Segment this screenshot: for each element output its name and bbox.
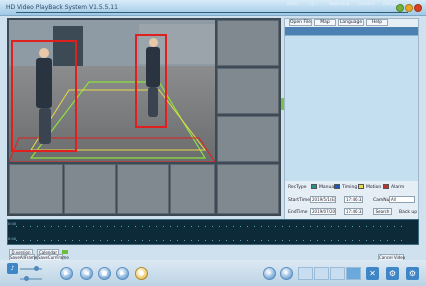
video-channel[interactable]: [217, 116, 279, 162]
column-header-name[interactable]: Name: [287, 1, 299, 7]
language-button[interactable]: Language: [338, 19, 364, 26]
file-list-header: [285, 27, 418, 35]
close-button[interactable]: [414, 4, 422, 12]
layout-4x4-icon[interactable]: [346, 267, 361, 280]
config-icon[interactable]: ⚙: [406, 267, 419, 280]
end-time-field[interactable]: 17:46:32: [344, 208, 363, 215]
forward-icon[interactable]: »: [280, 267, 293, 280]
video-channel[interactable]: [217, 20, 279, 66]
timeline[interactable]: [7, 219, 419, 245]
rec-type-label: RecType: [288, 185, 307, 190]
start-date-field[interactable]: 2019/5/1(E): [310, 196, 336, 203]
layout-3x3-icon[interactable]: [330, 267, 345, 280]
video-channel[interactable]: [117, 164, 169, 214]
manual-color-swatch[interactable]: [311, 184, 317, 189]
timeline-track: [16, 12, 408, 13]
volume-icon[interactable]: ♪: [7, 263, 18, 274]
alarm-color-swatch[interactable]: [383, 184, 389, 189]
column-header-channel[interactable]: Ch...: [309, 1, 318, 7]
fullscreen-icon[interactable]: ✕: [366, 267, 379, 280]
motion-color-swatch[interactable]: [358, 184, 364, 189]
person-detection-box: [11, 40, 77, 152]
motion-label: Motion: [366, 185, 382, 190]
manual-label: Manual: [319, 185, 336, 190]
video-channel[interactable]: [64, 164, 116, 214]
speed-slider-thumb[interactable]: [24, 276, 29, 281]
timeline-label-bottom: 0:00: [8, 237, 17, 241]
timing-label: Timing: [342, 185, 358, 190]
timeline-ticks-bottom: [16, 240, 408, 241]
layout-2x2-icon[interactable]: [314, 267, 329, 280]
maximize-button[interactable]: [405, 4, 413, 12]
search-button[interactable]: Search: [373, 208, 392, 215]
play-icon[interactable]: ▶: [60, 267, 73, 280]
column-header-beginning[interactable]: Beginning: [329, 1, 349, 7]
column-header-duration[interactable]: Duration: [358, 1, 375, 7]
cam-num-select[interactable]: All: [389, 196, 415, 203]
timing-color-swatch[interactable]: [334, 184, 340, 189]
volume-slider-thumb[interactable]: [34, 266, 39, 271]
start-time-field[interactable]: 17:46:32: [344, 196, 363, 203]
person-detection-box: [135, 34, 167, 128]
video-channel[interactable]: [217, 164, 279, 214]
layout-1x1-icon[interactable]: [298, 267, 313, 280]
end-time-label: EndTime: [288, 210, 308, 215]
file-list[interactable]: [285, 35, 418, 181]
column-header-filetype[interactable]: FileType: [383, 1, 399, 7]
help-button[interactable]: Help: [366, 19, 388, 26]
timeline-ticks-top: [16, 226, 408, 227]
video-channel[interactable]: [9, 164, 63, 214]
timeline-label-top: 0:00: [8, 222, 17, 226]
map-button[interactable]: Map: [314, 19, 336, 26]
stop-icon[interactable]: ■: [98, 267, 111, 280]
start-time-label: StartTime: [288, 198, 311, 203]
video-channel[interactable]: [217, 68, 279, 114]
open-file-button[interactable]: Open File: [289, 19, 312, 26]
settings-icon[interactable]: ⚙: [386, 267, 399, 280]
backup-button[interactable]: Back up: [399, 210, 417, 215]
main-video-channel[interactable]: [9, 20, 215, 162]
rewind-icon[interactable]: «: [263, 267, 276, 280]
snapshot-icon[interactable]: ●: [135, 267, 148, 280]
next-icon[interactable]: ▶: [116, 267, 129, 280]
video-channel[interactable]: [170, 164, 215, 214]
window-title: HD Video PlayBack System V1.5.5.11: [6, 4, 118, 11]
prev-icon[interactable]: ◀: [80, 267, 93, 280]
end-date-field[interactable]: 2019/07/2019: [310, 208, 336, 215]
video-grid: [7, 18, 281, 216]
alarm-label: Alarm: [391, 185, 405, 190]
